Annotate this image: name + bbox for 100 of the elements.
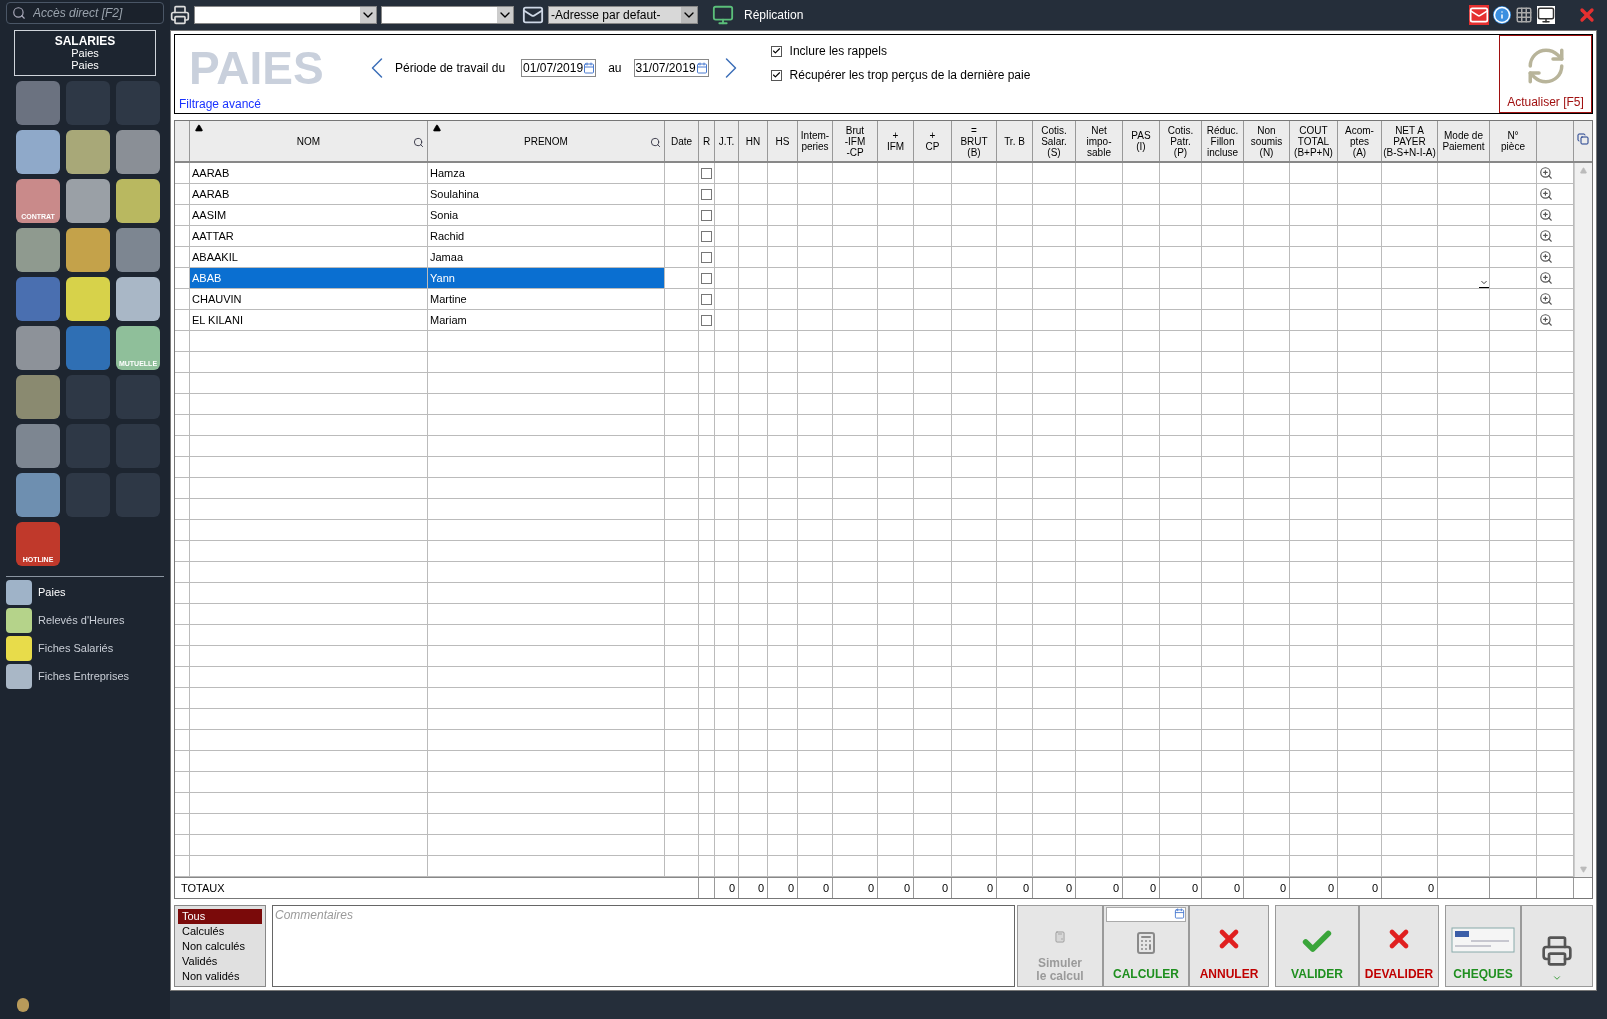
column-header[interactable]: Non soumis (N) <box>1244 121 1290 161</box>
table-cell[interactable]: AASIM <box>190 205 428 225</box>
table-cell[interactable]: ABAB <box>190 268 428 288</box>
filter-option[interactable]: Non validés <box>178 969 262 984</box>
filter-option[interactable]: Non calculés <box>178 939 262 954</box>
table-cell[interactable]: CHAUVIN <box>190 289 428 309</box>
column-header[interactable]: Tr. B <box>997 121 1033 161</box>
app-tile[interactable] <box>116 228 160 272</box>
checkbox[interactable] <box>701 230 712 242</box>
printer-select[interactable] <box>194 6 377 24</box>
table-cell[interactable]: Yann <box>428 268 665 288</box>
table-cell[interactable]: Soulahina <box>428 184 665 204</box>
column-header[interactable]: Date <box>665 121 699 161</box>
table-cell[interactable]: Hamza <box>428 163 665 183</box>
column-header[interactable]: Cotis. Salar. (S) <box>1033 121 1076 161</box>
app-tile[interactable] <box>16 228 60 272</box>
app-tile[interactable] <box>116 130 160 174</box>
nav-item[interactable]: Fiches Entreprises <box>6 664 170 689</box>
address-select[interactable]: -Adresse par defaut- <box>548 6 698 24</box>
column-header[interactable]: HS <box>768 121 798 161</box>
cancel-button[interactable]: ANNULER <box>1189 905 1269 987</box>
zoom-icon[interactable] <box>1539 292 1553 306</box>
date-from-field[interactable]: 01/07/2019 <box>521 59 597 77</box>
nav-item[interactable]: Paies <box>6 580 170 605</box>
column-header[interactable]: N° pièce <box>1490 121 1537 161</box>
app-tile[interactable] <box>16 326 60 370</box>
search-field[interactable]: Accès direct [F2] <box>6 2 164 24</box>
column-header[interactable]: Cotis. Patr. (P) <box>1160 121 1202 161</box>
column-header[interactable]: = BRUT (B) <box>952 121 997 161</box>
table-cell[interactable]: Rachid <box>428 226 665 246</box>
app-tile[interactable] <box>16 473 60 517</box>
column-header[interactable]: HN <box>739 121 768 161</box>
table-cell[interactable]: EL KILANI <box>190 310 428 330</box>
checkbox[interactable] <box>701 251 712 263</box>
app-tile[interactable] <box>66 326 110 370</box>
comment-field[interactable]: Commentaires <box>272 905 1015 987</box>
tray-select[interactable] <box>381 6 514 24</box>
period-label: Période de travail du <box>395 60 506 77</box>
nav-item[interactable]: Relevés d'Heures <box>6 608 170 633</box>
table-cell[interactable]: AARAB <box>190 163 428 183</box>
app-tile[interactable] <box>16 424 60 468</box>
column-header[interactable]: NET A PAYER (B-S+N-I-A) <box>1382 121 1438 161</box>
column-header[interactable]: Acom- ptes (A) <box>1338 121 1382 161</box>
zoom-icon[interactable] <box>1539 208 1553 222</box>
column-header[interactable]: COUT TOTAL (B+P+N) <box>1290 121 1338 161</box>
checkbox[interactable] <box>701 209 712 221</box>
zoom-icon[interactable] <box>1539 229 1553 243</box>
app-tile[interactable] <box>16 375 60 419</box>
table-cell[interactable]: Martine <box>428 289 665 309</box>
checkbox[interactable] <box>701 272 712 284</box>
filter-option[interactable]: Validés <box>178 954 262 969</box>
column-header[interactable]: R <box>699 121 715 161</box>
app-tile[interactable] <box>16 277 60 321</box>
zoom-icon[interactable] <box>1539 250 1553 264</box>
table-cell[interactable]: ABAAKIL <box>190 247 428 267</box>
zoom-icon[interactable] <box>1539 271 1553 285</box>
app-tile[interactable] <box>66 130 110 174</box>
date-to-field[interactable]: 31/07/2019 <box>633 59 709 77</box>
checkbox[interactable] <box>701 293 712 305</box>
app-tile[interactable] <box>66 179 110 223</box>
column-header[interactable]: Mode de Paiement <box>1438 121 1490 161</box>
column-header[interactable]: + IFM <box>878 121 914 161</box>
table-cell[interactable]: Sonia <box>428 205 665 225</box>
zoom-icon[interactable] <box>1539 166 1553 180</box>
checkbox[interactable] <box>701 167 712 179</box>
zoom-icon[interactable] <box>1539 187 1553 201</box>
column-header[interactable]: PRENOM <box>428 121 665 161</box>
refresh-button[interactable]: Actualiser [F5] <box>1499 35 1592 113</box>
app-tile[interactable] <box>16 130 60 174</box>
app-tile[interactable] <box>116 179 160 223</box>
column-header[interactable]: + CP <box>914 121 952 161</box>
column-header[interactable]: NOM <box>190 121 428 161</box>
app-tile[interactable] <box>16 81 60 125</box>
checkbox[interactable] <box>770 69 782 81</box>
app-tile[interactable] <box>66 228 110 272</box>
app-tile[interactable] <box>66 277 110 321</box>
date-field[interactable] <box>1106 907 1186 922</box>
column-header[interactable]: PAS (I) <box>1123 121 1160 161</box>
advanced-filter-link[interactable]: Filtrage avancé <box>179 97 262 111</box>
zoom-icon[interactable] <box>1539 313 1553 327</box>
checkbox[interactable] <box>770 45 782 57</box>
table-cell[interactable]: AARAB <box>190 184 428 204</box>
filter-option[interactable]: Calculés <box>178 924 262 939</box>
table-cell[interactable]: AATTAR <box>190 226 428 246</box>
column-header[interactable]: J.T. <box>715 121 739 161</box>
app-tile[interactable] <box>116 277 160 321</box>
filter-option[interactable]: Tous <box>178 909 262 924</box>
module-section: Paies <box>71 59 99 71</box>
checkbox[interactable] <box>701 188 712 200</box>
table-cell[interactable]: Mariam <box>428 310 665 330</box>
column-header[interactable]: Réduc. Fillon incluse <box>1202 121 1244 161</box>
table-cell[interactable]: Jamaa <box>428 247 665 267</box>
replication-button[interactable]: Réplication <box>744 6 804 24</box>
nav-item[interactable]: Fiches Salariés <box>6 636 170 661</box>
column-header[interactable]: Brut -IFM -CP <box>833 121 878 161</box>
checkbox[interactable] <box>701 314 712 326</box>
column-header[interactable]: Intem- peries <box>798 121 833 161</box>
print-button[interactable] <box>1521 905 1593 987</box>
column-header[interactable]: Net impo- sable <box>1076 121 1123 161</box>
cancel-button[interactable]: DEVALIDER <box>1359 905 1439 987</box>
